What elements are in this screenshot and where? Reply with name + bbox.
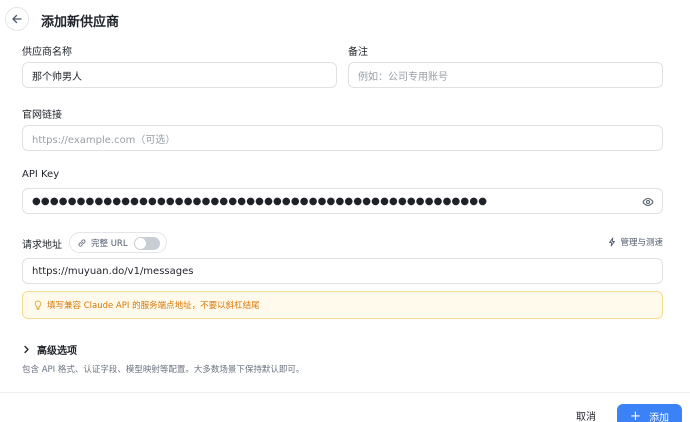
plus-icon: + (630, 408, 641, 422)
lightbulb-icon (34, 300, 42, 310)
add-button-label: 添加 (648, 412, 669, 422)
api-key-label: API Key (22, 169, 60, 180)
page-title: 添加新供应商 (41, 15, 120, 30)
cancel-button[interactable]: 取消 (562, 404, 610, 422)
page-header: 添加新供应商 (0, 0, 690, 40)
manage-speedtest-label: 管理与测速 (620, 238, 663, 248)
advanced-options-label: 高级选项 (37, 346, 77, 357)
eye-icon[interactable] (642, 196, 654, 208)
name-input[interactable]: 那个帅男人 (22, 62, 337, 88)
full-url-toggle[interactable] (134, 237, 160, 250)
add-button[interactable]: + 添加 (617, 404, 682, 422)
advanced-options-description: 包含 API 格式、认证字段、模型映射等配置。大多数场景下保持默认即可。 (22, 365, 305, 375)
full-url-label: 完整 URL (91, 238, 128, 249)
endpoint-label: 请求地址 (22, 240, 62, 251)
back-button[interactable] (5, 7, 29, 31)
advanced-options-toggle[interactable]: 高级选项 (22, 342, 77, 357)
name-label: 供应商名称 (22, 47, 72, 58)
website-input[interactable]: https://example.com（可选） (22, 125, 663, 151)
chevron-right-icon (24, 345, 29, 354)
lightning-icon (609, 237, 616, 247)
api-key-input[interactable]: ●●●●●●●●●●●●●●●●●●●●●●●●●●●●●●●●●●●●●●●●… (22, 188, 663, 214)
endpoint-input[interactable]: https://muyuan.do/v1/messages (22, 258, 663, 284)
link-icon (78, 238, 86, 247)
manage-speedtest-button[interactable]: 管理与测速 (607, 236, 663, 248)
full-url-switch[interactable]: 完整 URL (69, 232, 167, 253)
toggle-knob (135, 238, 146, 249)
endpoint-hint: 填写兼容 Claude API 的服务端点地址，不要以斜杠结尾 (22, 291, 663, 319)
website-label: 官网链接 (22, 110, 62, 121)
api-key-masked-value: ●●●●●●●●●●●●●●●●●●●●●●●●●●●●●●●●●●●●●●●●… (32, 195, 488, 207)
arrow-left-icon (12, 14, 22, 24)
endpoint-hint-text: 填写兼容 Claude API 的服务端点地址，不要以斜杠结尾 (47, 301, 260, 311)
note-label: 备注 (348, 47, 368, 58)
note-input[interactable]: 例如：公司专用账号 (348, 62, 663, 88)
